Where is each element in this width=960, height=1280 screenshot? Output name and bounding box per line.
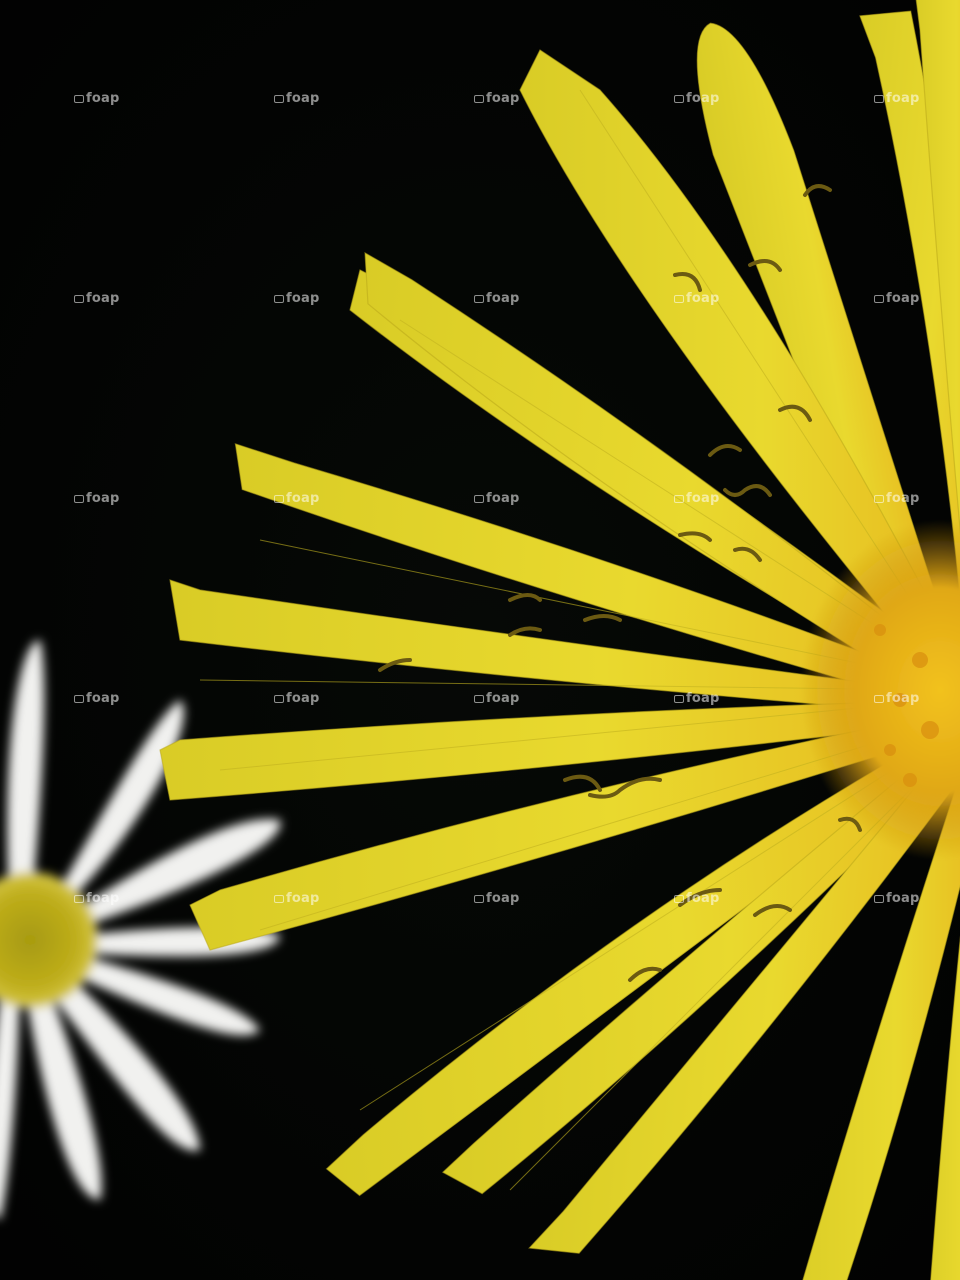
photo-canvas: foap foap foap foap foap foap foap foap foap foap… [0,0,960,1280]
flower-photo [0,0,960,1280]
